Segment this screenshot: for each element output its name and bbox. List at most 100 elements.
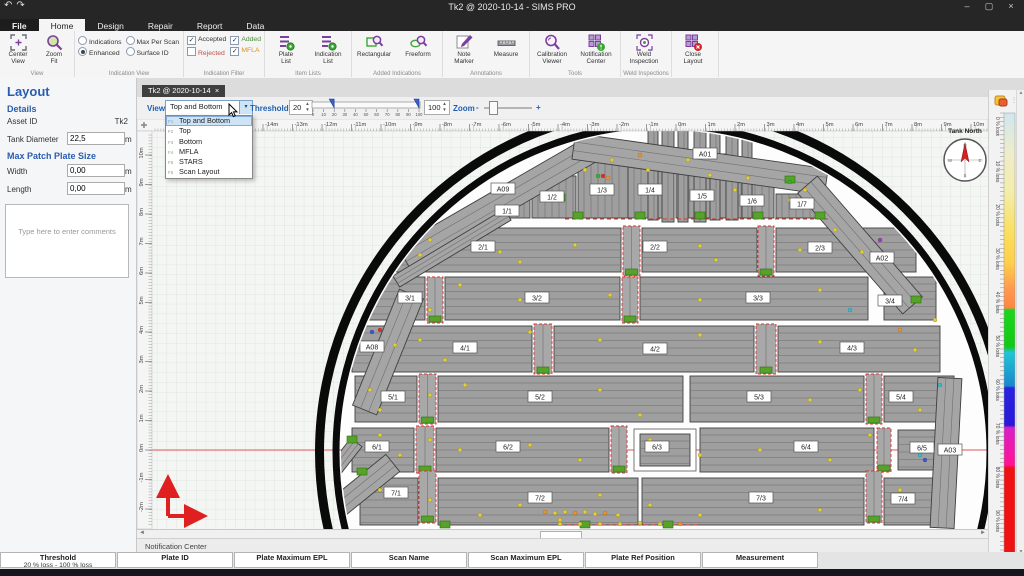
radio-indications[interactable]: Indications	[78, 36, 122, 47]
repair-patch[interactable]	[573, 212, 583, 219]
indication-dot[interactable]	[378, 328, 382, 332]
connector-plate[interactable]	[756, 324, 776, 374]
indication-dot[interactable]	[698, 244, 702, 248]
indication-dot[interactable]	[933, 318, 937, 322]
connector-plate[interactable]	[416, 426, 434, 473]
indication-dot[interactable]	[601, 174, 605, 178]
repair-patch[interactable]	[347, 436, 357, 443]
indication-dot[interactable]	[418, 338, 422, 342]
repair-patch[interactable]	[357, 468, 367, 475]
weld-inspection-button[interactable]: WeldInspection	[622, 32, 666, 66]
indication-dot[interactable]	[378, 433, 382, 437]
radio-surface-id[interactable]: Surface ID	[126, 47, 180, 58]
indication-dot[interactable]	[803, 188, 807, 192]
calibration-viewer-button[interactable]: CalibrationViewer	[531, 32, 573, 66]
connector-plate[interactable]	[866, 374, 882, 424]
repair-patch[interactable]	[815, 212, 825, 219]
indication-dot[interactable]	[858, 388, 862, 392]
indication-dot[interactable]	[818, 288, 822, 292]
zoom-in-button[interactable]: +	[536, 103, 541, 112]
indication-dot[interactable]	[808, 398, 812, 402]
indication-dot[interactable]	[498, 250, 502, 254]
radio-icon[interactable]	[126, 47, 135, 56]
indication-dot[interactable]	[598, 338, 602, 342]
indication-dot[interactable]	[918, 453, 922, 457]
note-marker-button[interactable]: NoteMarker	[444, 32, 484, 66]
indication-dot[interactable]	[868, 433, 872, 437]
indication-dot[interactable]	[578, 458, 582, 462]
indication-dot[interactable]	[698, 513, 702, 517]
scroll-left-icon[interactable]: ◄	[139, 530, 145, 536]
indication-dot[interactable]	[573, 243, 577, 247]
plate[interactable]	[700, 428, 874, 472]
checkbox-icon[interactable]: ✓	[230, 36, 239, 45]
indication-dot[interactable]	[913, 348, 917, 352]
indication-dot[interactable]	[428, 238, 432, 242]
indication-dot[interactable]	[798, 248, 802, 252]
indication-dot[interactable]	[428, 438, 432, 442]
indication-dot[interactable]	[714, 258, 718, 262]
connector-plate[interactable]	[427, 277, 443, 323]
tank-layout-canvas[interactable]: 1/11/21/31/41/51/61/72/12/22/33/13/23/33…	[137, 119, 988, 529]
checkbox-rejected[interactable]: Rejected	[187, 47, 226, 58]
indication-dot[interactable]	[638, 413, 642, 417]
indication-dot[interactable]	[616, 513, 620, 517]
checkbox-icon[interactable]: ✓	[187, 36, 196, 45]
repair-patch[interactable]	[753, 212, 763, 219]
connector-plate[interactable]	[611, 426, 627, 473]
pan-icon[interactable]: ✚	[141, 121, 148, 130]
close-layout-button[interactable]: CloseLayout	[673, 32, 713, 66]
comments-box[interactable]: Type here to enter comments	[5, 204, 129, 278]
indication-dot[interactable]	[678, 522, 682, 526]
indication-dot[interactable]	[518, 503, 522, 507]
indication-dot[interactable]	[578, 522, 582, 526]
checkbox-icon[interactable]: ✓	[230, 47, 239, 56]
indication-dot[interactable]	[528, 443, 532, 447]
repair-patch[interactable]	[911, 296, 921, 303]
connector-plate[interactable]	[866, 471, 882, 523]
repair-patch[interactable]	[695, 212, 705, 219]
zoom-out-button[interactable]: -	[476, 103, 479, 112]
tab-close-icon[interactable]: ×	[215, 86, 219, 95]
connector-plate[interactable]	[419, 471, 436, 523]
indication-dot[interactable]	[543, 510, 547, 514]
indication-dot[interactable]	[428, 393, 432, 397]
radio-icon[interactable]	[126, 36, 135, 45]
indication-dot[interactable]	[598, 522, 602, 526]
indication-dot[interactable]	[638, 153, 642, 157]
indication-dot[interactable]	[860, 250, 864, 254]
indication-dot[interactable]	[458, 448, 462, 452]
scale-spinner[interactable]: 100▲▼	[424, 100, 450, 115]
repair-patch[interactable]	[440, 521, 450, 528]
connector-plate[interactable]	[534, 324, 552, 374]
indication-dot[interactable]	[923, 458, 927, 462]
repair-patch[interactable]	[635, 212, 645, 219]
indication-dot[interactable]	[918, 408, 922, 412]
indication-dot[interactable]	[638, 521, 642, 525]
measure-button[interactable]: Measure	[486, 32, 526, 59]
radio-enhanced[interactable]: Enhanced	[78, 47, 122, 58]
freeform-button[interactable]: Freeform	[397, 32, 439, 59]
indication-dot[interactable]	[733, 188, 737, 192]
indication-dot[interactable]	[418, 253, 422, 257]
indication-dot[interactable]	[618, 522, 622, 526]
indication-dot[interactable]	[708, 173, 712, 177]
vertical-scrollbar[interactable]: ▲▼	[1016, 90, 1024, 556]
width-input[interactable]	[67, 164, 125, 177]
indication-dot[interactable]	[878, 238, 882, 242]
minimize-button[interactable]: –	[956, 1, 978, 11]
indication-dot[interactable]	[598, 388, 602, 392]
indication-dot[interactable]	[558, 522, 562, 526]
indication-dot[interactable]	[428, 308, 432, 312]
indication-dot[interactable]	[603, 511, 607, 515]
indication-dot[interactable]	[478, 513, 482, 517]
rectangular-button[interactable]: Rectangular	[353, 32, 395, 59]
view-option-bottom[interactable]: F3Bottom	[166, 137, 252, 147]
indication-dot[interactable]	[848, 308, 852, 312]
length-input[interactable]	[67, 182, 125, 195]
connector-plate[interactable]	[758, 226, 774, 276]
threshold-range-slider[interactable]: 0102030405060708090100	[310, 98, 424, 118]
indication-dot[interactable]	[598, 493, 602, 497]
indication-dot[interactable]	[818, 340, 822, 344]
indication-dot[interactable]	[658, 522, 662, 526]
